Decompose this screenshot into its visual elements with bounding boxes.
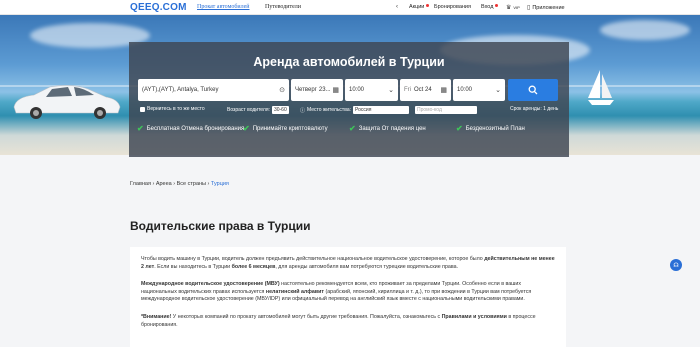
feature-no-deposit: ✔ Безденозитный План [456,124,525,133]
breadcrumb: Главная › Арееа › Все страны › Турция [130,181,229,187]
return-same-option[interactable]: Вернитесь в то же место [140,106,205,112]
terms-link[interactable]: Правилами и условиями [442,314,507,320]
residence-option: ⓘ Место жительства: Россия [300,106,409,114]
driver-age-select[interactable]: 30-60 [271,106,289,114]
calendar-icon: ▦ [440,87,447,94]
check-icon: ✔ [137,124,144,133]
driver-age-option: Возраст водителя: 30-60 [227,106,289,114]
search-title: Аренда автомобилей в Турции [253,55,445,69]
breadcrumb-countries[interactable]: Все страны [177,181,206,187]
phone-icon: ▯ [527,5,531,11]
calendar-icon: ▦ [332,87,339,94]
pickup-date-field[interactable]: Четверг 23... ▦ [291,79,343,101]
crown-icon: ♛ [506,5,512,11]
search-icon [528,85,538,95]
nav-login[interactable]: Вход [481,3,499,10]
locate-icon[interactable]: ⊙ [279,86,285,94]
check-icon: ✔ [349,124,356,133]
notification-dot [426,3,430,7]
vip-button[interactable]: ♛ VIP [506,4,520,11]
nav-car-rental[interactable]: Прокат автомобилей [197,4,250,10]
top-header: QEEQ.COM Прокат автомобилей Путеводители… [0,0,700,15]
headset-icon: ☊ [673,262,679,269]
logo[interactable]: QEEQ.COM [130,2,187,13]
chevron-down-icon: ⌄ [495,87,501,94]
notification-dot [495,3,499,7]
promo-code-input[interactable]: Промо-код [415,106,477,114]
info-icon: ⓘ [300,107,306,114]
breadcrumb-home[interactable]: Главная [130,181,151,187]
sailboat-image [588,70,614,105]
promo-option: Промо-код [415,106,477,114]
return-date-field[interactable]: Fri Oct 24 ▦ [400,79,451,101]
nav-app[interactable]: ▯ Приложение [527,4,565,12]
nav-promotions[interactable]: Акции [409,3,430,10]
rental-period: Срок аренды: 1 день [510,106,559,112]
check-icon: ✔ [456,124,463,133]
paragraph-notice: *Внимание! У некоторых компаний по прока… [141,314,536,328]
return-same-checkbox[interactable] [140,106,145,112]
search-button[interactable] [508,79,558,101]
residence-select[interactable]: Россия [353,106,409,114]
page-title: Водительские права в Турции [130,219,311,233]
car-image [13,85,121,119]
breadcrumb-current: Турция [210,181,229,187]
pickup-time-select[interactable]: 10:00 ⌄ [345,79,398,101]
return-time-select[interactable]: 10:00 ⌄ [453,79,505,101]
paragraph-license-validity: Чтобы водить машину в Турции, водитель д… [141,256,555,270]
feature-free-cancel: ✔ Бесплатная Отмена бронирования [137,124,245,133]
check-icon: ✔ [243,124,250,133]
support-chat-button[interactable]: ☊ [670,259,682,271]
paragraph-idp: Международное водительское удостоверение… [141,281,532,303]
pickup-location-input[interactable]: (AYT),(AYT), Antalya, Turkey ⊙ [138,79,289,101]
nav-guides[interactable]: Путеводители [265,4,301,10]
feature-crypto: ✔ Принимайте криптовалюту [243,124,328,133]
chevron-down-icon: ⌄ [388,87,394,94]
nav-bookings[interactable]: Бронирования [434,4,471,10]
language-icon[interactable]: ‹ [396,4,398,10]
breadcrumb-area[interactable]: Арееа [156,181,172,187]
feature-price-protect: ✔ Защита От падения цен [349,124,426,133]
